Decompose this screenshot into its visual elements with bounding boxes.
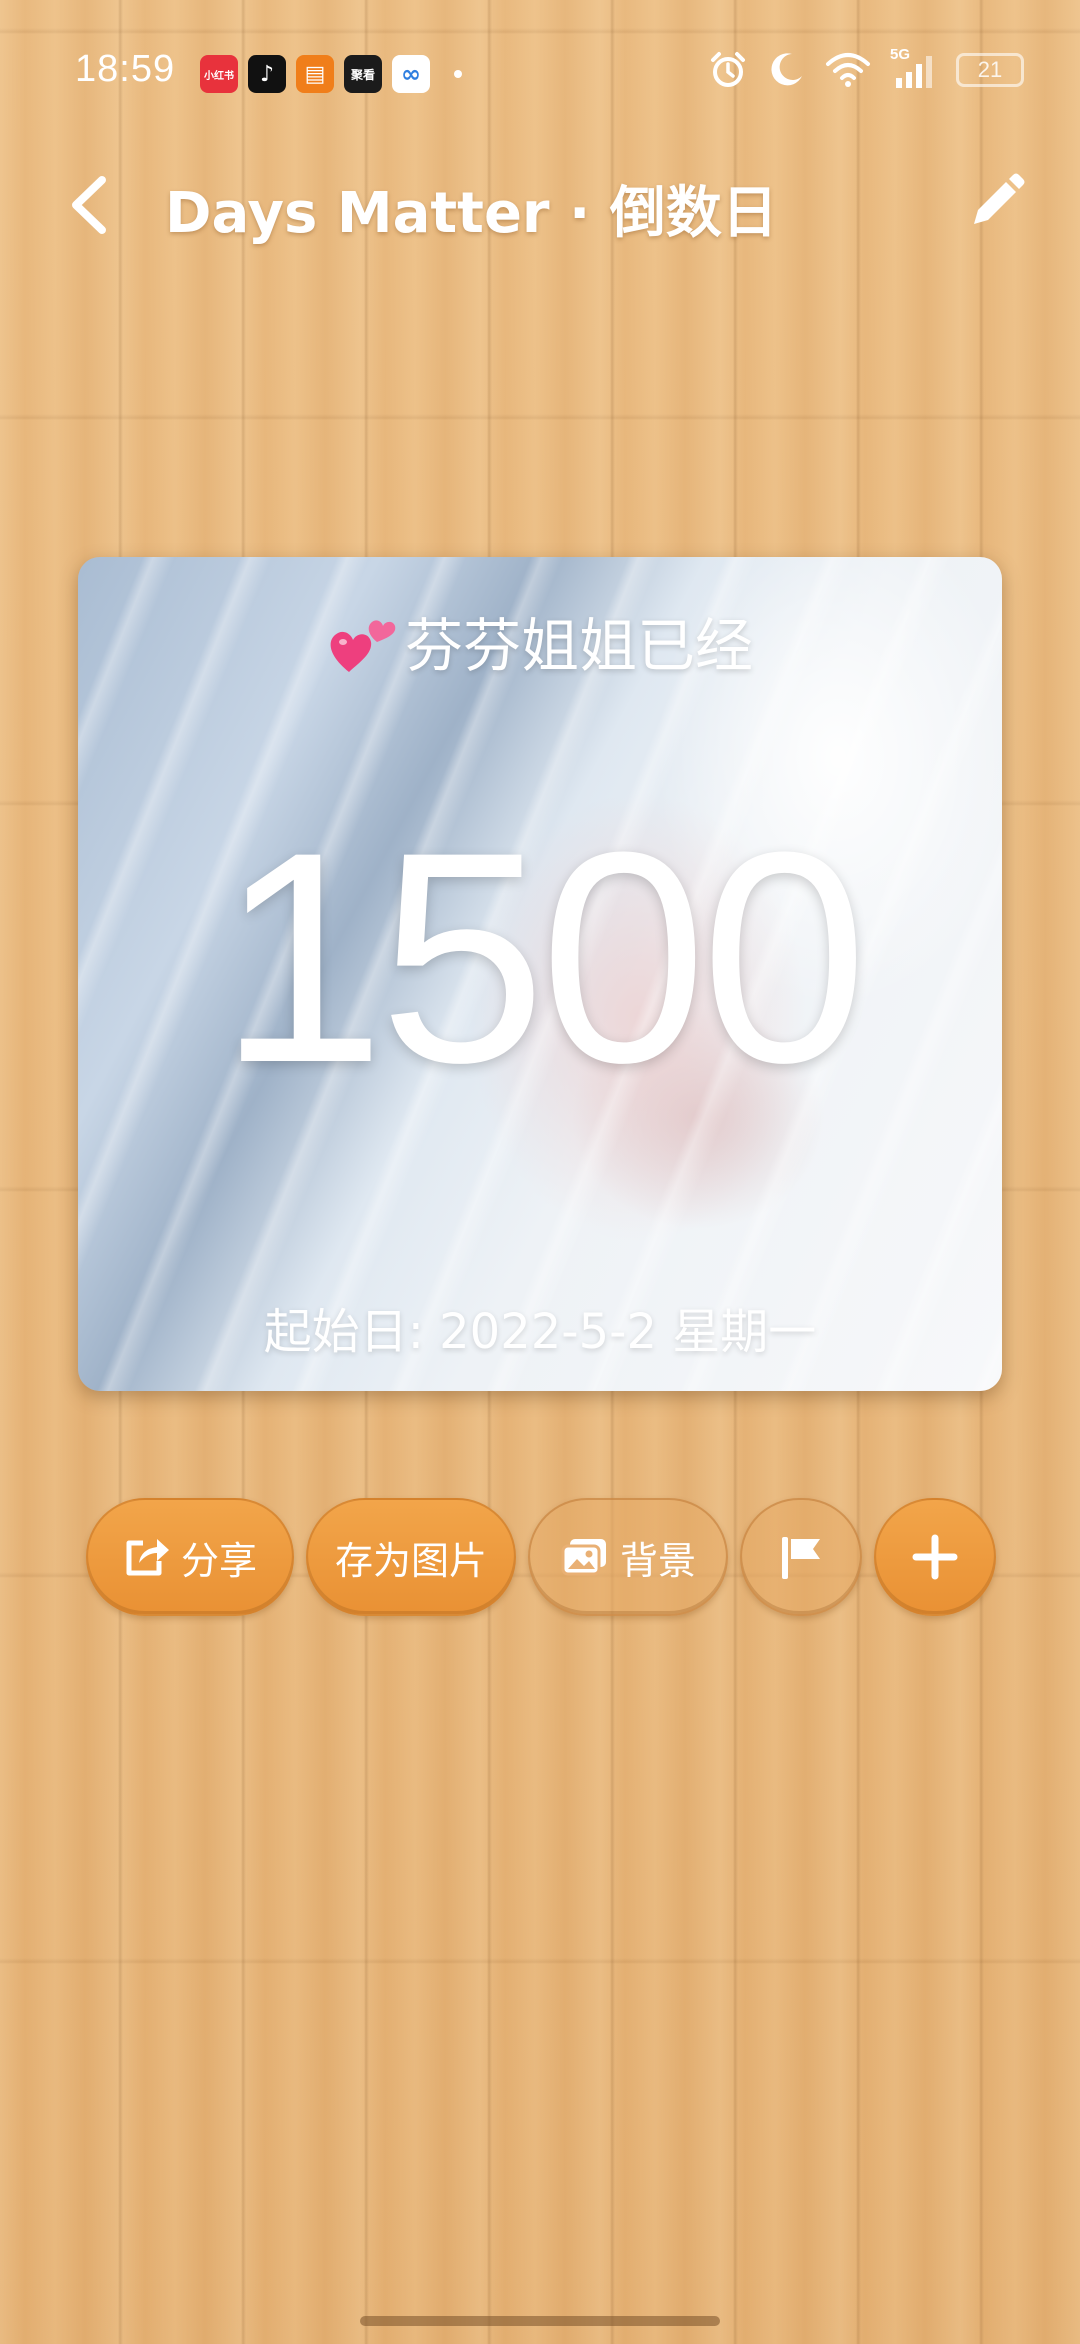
start-date: 起始日: 2022-5-2 星期一 bbox=[263, 1304, 817, 1360]
save-image-label: 存为图片 bbox=[334, 1538, 487, 1583]
battery-icon: 21 bbox=[956, 53, 1024, 87]
cloud-app-icon: ∞ bbox=[392, 55, 430, 93]
background-label: 背景 bbox=[619, 1538, 696, 1583]
app-header: Days Matter · 倒数日 bbox=[0, 150, 1080, 260]
share-icon bbox=[126, 1539, 169, 1576]
status-time: 18:59 bbox=[75, 48, 176, 90]
reader-app-icon: ▤ bbox=[296, 55, 334, 93]
add-button[interactable] bbox=[874, 1498, 996, 1616]
more-notifications-dot-icon bbox=[454, 70, 462, 78]
two-hearts-icon bbox=[330, 620, 396, 672]
alarm-icon bbox=[711, 52, 745, 87]
page-title: Days Matter · 倒数日 bbox=[165, 181, 778, 246]
tiktok-app-icon: ♪ bbox=[248, 55, 286, 93]
card-title: 芬芬姐姐已经 bbox=[404, 612, 753, 680]
cellular-signal-icon: 5G bbox=[890, 46, 938, 90]
flag-icon bbox=[782, 1537, 820, 1579]
day-count: 1500 bbox=[218, 789, 867, 1125]
share-label: 分享 bbox=[180, 1538, 257, 1583]
countdown-card[interactable]: 芬芬姐姐已经 1500 起始日: 2022-5-2 星期一 bbox=[78, 557, 1002, 1391]
flag-button[interactable] bbox=[740, 1498, 862, 1616]
plus-icon bbox=[912, 1534, 958, 1580]
share-button[interactable]: 分享 bbox=[86, 1498, 294, 1616]
news-app-icon: 聚看 bbox=[344, 55, 382, 93]
save-image-button[interactable]: 存为图片 bbox=[306, 1498, 516, 1616]
back-button[interactable] bbox=[60, 170, 120, 240]
picture-icon bbox=[561, 1539, 606, 1576]
wifi-icon bbox=[826, 53, 870, 87]
xiaohongshu-app-icon: 小红书 bbox=[200, 55, 238, 93]
card-title-row: 芬芬姐姐已经 bbox=[78, 599, 1002, 683]
do-not-disturb-moon-icon bbox=[771, 53, 802, 86]
system-status-icons: 5G 21 bbox=[708, 46, 1024, 90]
notification-icons: 小红书 ♪ ▤ 聚看 ∞ bbox=[200, 55, 462, 93]
background-button[interactable]: 背景 bbox=[528, 1498, 728, 1616]
action-bar: 分享 存为图片 背景 bbox=[86, 1498, 996, 1618]
status-bar: 18:59 小红书 ♪ ▤ 聚看 ∞ 5G 21 bbox=[0, 0, 1080, 140]
edit-pencil-icon[interactable] bbox=[960, 168, 1030, 238]
home-indicator[interactable] bbox=[360, 2316, 720, 2326]
